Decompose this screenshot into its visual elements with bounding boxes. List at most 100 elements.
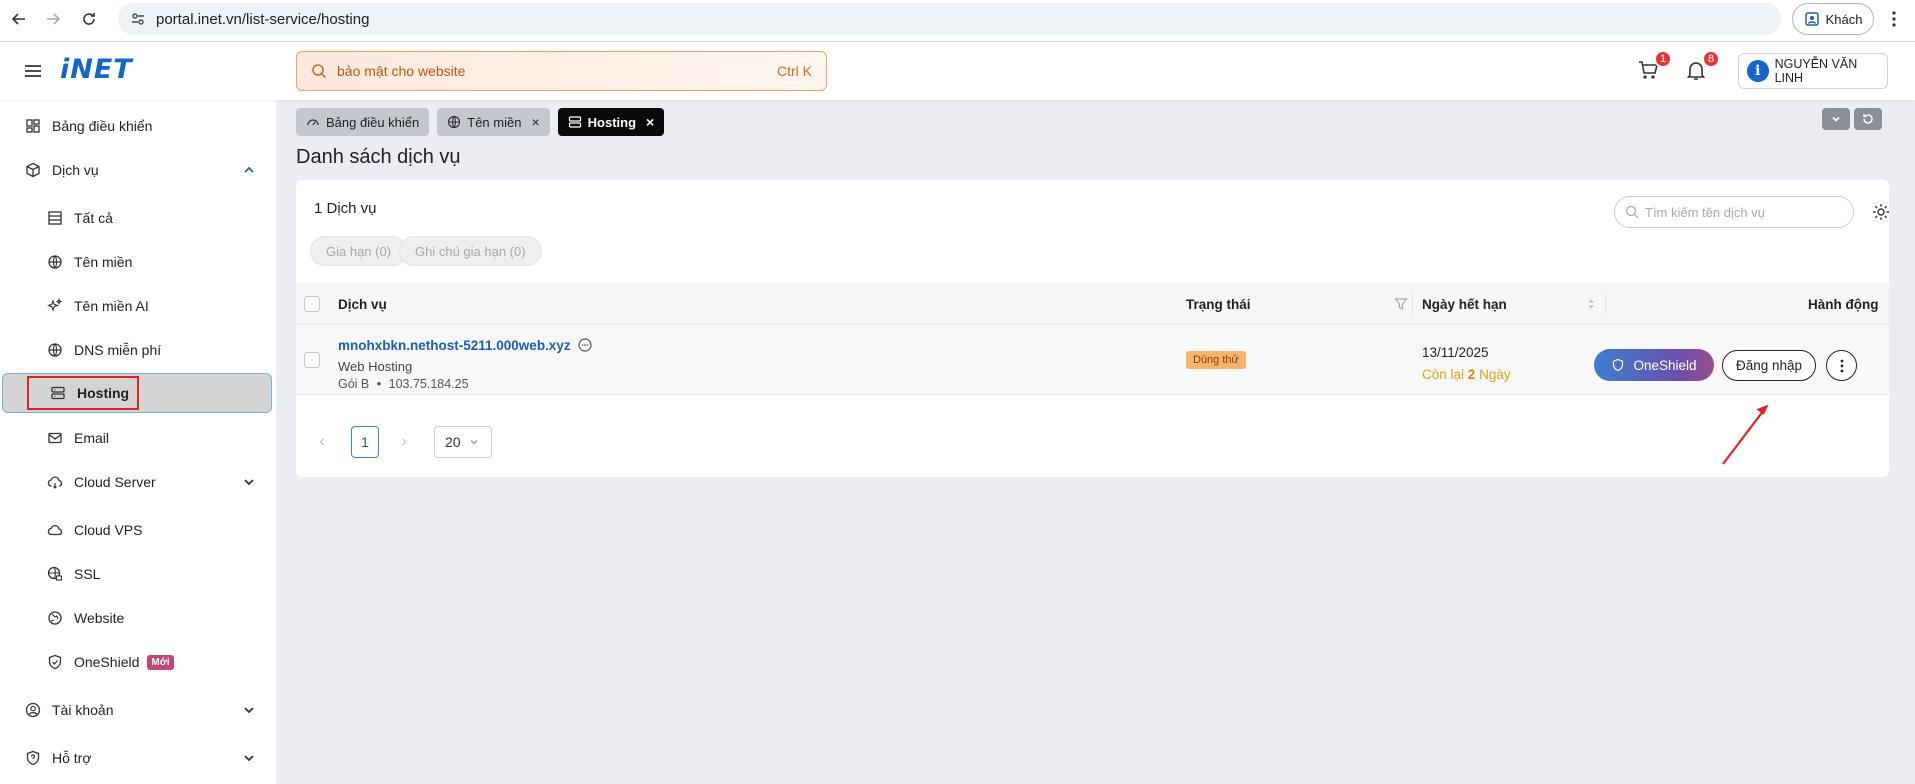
tab-domain[interactable]: Tên miền ×	[437, 108, 550, 136]
new-badge: Mới	[147, 654, 174, 670]
sidebar-item-cloud-server[interactable]: Cloud Server	[0, 462, 276, 502]
address-bar[interactable]: portal.inet.vn/list-service/hosting	[118, 3, 1781, 35]
chevron-down-icon[interactable]	[242, 475, 256, 489]
notification-button[interactable]: 8	[1684, 50, 1720, 84]
reload-icon[interactable]	[78, 8, 100, 30]
service-search-input[interactable]: Tìm kiếm tên dịch vụ	[1614, 196, 1854, 228]
search-placeholder: bảo mật cho website	[337, 63, 466, 79]
user-menu-button[interactable]: i NGUYỄN VĂN LINH	[1738, 53, 1888, 89]
next-page-icon[interactable]: ›	[392, 430, 416, 454]
refresh-tabs-button[interactable]	[1854, 108, 1882, 130]
service-name: mnohxbkn.nethost-5211.000web.xyz	[338, 337, 571, 353]
sidebar-item-label: Email	[74, 430, 110, 446]
globe-lock-icon	[46, 565, 64, 583]
sidebar-item-label: Cloud VPS	[74, 522, 143, 538]
filter-icon[interactable]	[1394, 283, 1408, 325]
sort-icon[interactable]	[1586, 283, 1596, 325]
tab-hosting[interactable]: Hosting ×	[557, 108, 665, 136]
gauge-icon	[306, 115, 320, 129]
sidebar-item-label: Tất cả	[74, 210, 113, 226]
more-actions-icon[interactable]	[1826, 350, 1857, 381]
chevron-up-icon[interactable]	[242, 163, 256, 177]
globe-icon	[46, 341, 64, 359]
open-tabs: Bảng điều khiển Tên miền × Hosting ×	[296, 108, 665, 136]
annotation-highlight-box	[27, 376, 139, 410]
table-row: mnohxbkn.nethost-5211.000web.xyz Web Hos…	[296, 325, 1889, 395]
page-size-value: 20	[445, 434, 461, 450]
remaining-prefix: Còn lại	[1422, 367, 1465, 382]
browser-menu-icon[interactable]	[1884, 8, 1904, 30]
sidebar-item-support[interactable]: Hỗ trợ	[0, 738, 276, 778]
sidebar-item-dashboard[interactable]: Bảng điều khiển	[0, 106, 276, 146]
browser-toolbar: portal.inet.vn/list-service/hosting Khác…	[0, 0, 1915, 42]
profile-icon	[1804, 11, 1820, 27]
sidebar-item-email[interactable]: Email	[0, 418, 276, 458]
filter-renew-note-button[interactable]: Ghi chú gia hạn (0)	[399, 236, 542, 266]
search-placeholder: Tìm kiếm tên dịch vụ	[1645, 204, 1765, 220]
sidebar-item-cloud-vps[interactable]: Cloud VPS	[0, 510, 276, 550]
sidebar-item-label: Dịch vụ	[52, 162, 99, 178]
refresh-icon	[1863, 114, 1873, 124]
page-size-select[interactable]: 20	[434, 426, 492, 458]
chevron-down-icon[interactable]	[242, 751, 256, 765]
sidebar-item-label: DNS miễn phí	[74, 342, 162, 358]
close-icon[interactable]: ×	[646, 114, 654, 130]
tab-label: Tên miền	[467, 114, 522, 130]
inet-logo[interactable]: iNET	[60, 54, 133, 85]
globe-icon	[46, 253, 64, 271]
guest-profile-button[interactable]: Khách	[1792, 3, 1874, 35]
cart-count-badge: 1	[1654, 50, 1672, 68]
search-shortcut: Ctrl K	[777, 63, 812, 79]
service-ip: 103.75.184.25	[388, 377, 469, 391]
page-number-current[interactable]: 1	[351, 426, 379, 458]
sidebar-item-oneshield[interactable]: OneShield Mới	[0, 642, 276, 682]
select-all-checkbox[interactable]	[304, 283, 320, 325]
sidebar-item-label: Bảng điều khiển	[52, 118, 153, 134]
separator-dot: •	[376, 377, 382, 391]
service-plan: Gói B	[338, 377, 370, 391]
oneshield-label: OneShield	[1633, 357, 1697, 373]
global-search-input[interactable]: bảo mật cho website Ctrl K	[296, 51, 827, 91]
page-title: Danh sách dịch vụ	[296, 146, 461, 168]
sidebar-item-dns[interactable]: DNS miễn phí	[0, 330, 276, 370]
tab-dashboard[interactable]: Bảng điều khiển	[296, 108, 430, 136]
column-header-expiry[interactable]: Ngày hết hạn	[1422, 283, 1507, 325]
back-icon[interactable]	[8, 8, 30, 30]
gear-icon[interactable]	[1871, 202, 1891, 222]
mail-icon	[46, 429, 64, 447]
site-settings-icon[interactable]	[130, 11, 146, 27]
search-icon	[311, 63, 327, 79]
filter-renew-button[interactable]: Gia hạn (0)	[310, 236, 408, 266]
chevron-down-icon	[469, 437, 479, 447]
close-icon[interactable]: ×	[531, 114, 539, 130]
cart-button[interactable]: 1	[1636, 50, 1672, 84]
oneshield-button[interactable]: OneShield	[1594, 349, 1714, 381]
url-text: portal.inet.vn/list-service/hosting	[156, 10, 370, 28]
sidebar-item-label: Tên miền	[74, 254, 133, 270]
help-shield-icon	[24, 749, 42, 767]
column-header-service[interactable]: Dịch vụ	[338, 283, 387, 325]
sidebar-item-label: OneShield	[74, 654, 140, 670]
column-header-status[interactable]: Trạng thái	[1186, 283, 1251, 325]
website-icon	[46, 609, 64, 627]
sidebar-item-domain-ai[interactable]: Tên miền AI	[0, 286, 276, 326]
tabs-dropdown-button[interactable]	[1822, 108, 1850, 130]
tab-label: Hosting	[587, 114, 637, 130]
chevron-down-icon[interactable]	[242, 703, 256, 717]
service-name-link[interactable]: mnohxbkn.nethost-5211.000web.xyz	[338, 337, 593, 353]
remaining-suffix: Ngày	[1479, 367, 1511, 382]
row-checkbox[interactable]	[304, 352, 320, 368]
forward-icon[interactable]	[42, 8, 64, 30]
sidebar-item-account[interactable]: Tài khoản	[0, 690, 276, 730]
sidebar-item-website[interactable]: Website	[0, 598, 276, 638]
sidebar-item-domain[interactable]: Tên miền	[0, 242, 276, 282]
login-button[interactable]: Đăng nhập	[1722, 350, 1816, 381]
hamburger-menu-icon[interactable]	[22, 60, 44, 82]
sidebar-item-services[interactable]: Dịch vụ	[0, 150, 276, 190]
comment-icon[interactable]	[577, 337, 593, 353]
prev-page-icon[interactable]: ‹	[310, 430, 334, 454]
sidebar-item-ssl[interactable]: SSL	[0, 554, 276, 594]
guest-label: Khách	[1825, 11, 1863, 27]
sidebar-item-all[interactable]: Tất cả	[0, 198, 276, 238]
tab-label: Bảng điều khiển	[326, 114, 420, 130]
